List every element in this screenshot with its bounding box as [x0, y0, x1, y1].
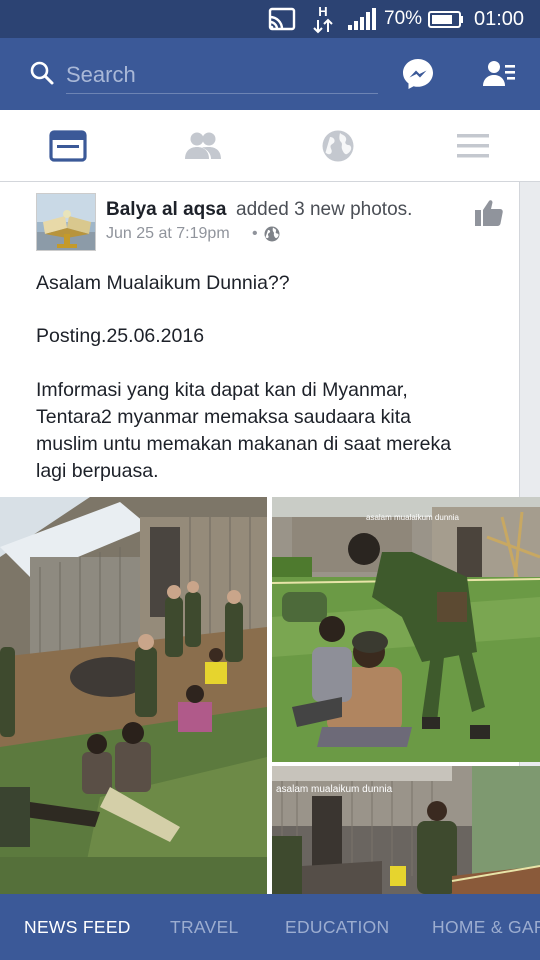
- messenger-icon[interactable]: [401, 57, 435, 91]
- topic-tab-news-feed[interactable]: NEWS FEED: [24, 894, 131, 960]
- clock: 01:00: [474, 7, 525, 30]
- post-timestamp[interactable]: Jun 25 at 7:19pm: [106, 225, 230, 243]
- friend-requests-icon[interactable]: [483, 60, 517, 88]
- post-photo-2[interactable]: asalam mualaikum dunnia: [272, 497, 540, 762]
- status-bar: H 70% 01:00: [0, 0, 540, 38]
- battery-icon: [428, 0, 464, 38]
- post-text-line: Posting.25.06.2016: [36, 325, 205, 347]
- photo-watermark: asalam mualaikum dunnia: [366, 513, 459, 522]
- search-input[interactable]: [66, 56, 378, 94]
- main-tab-bar: [0, 110, 540, 182]
- post-photo-1[interactable]: [0, 497, 267, 894]
- svg-text:H: H: [318, 4, 327, 19]
- cast-icon: [268, 0, 298, 38]
- post-author[interactable]: Balya al aqsa: [106, 199, 226, 221]
- like-icon[interactable]: [474, 198, 504, 228]
- tab-notifications[interactable]: [270, 110, 405, 182]
- search-header: [0, 38, 540, 110]
- signal-icon: [346, 0, 378, 38]
- post-photo-3[interactable]: asalam mualaikum dunnia: [272, 766, 540, 894]
- topic-tab-education[interactable]: EDUCATION: [285, 894, 389, 960]
- privacy-globe-icon: [264, 226, 280, 242]
- menu-icon: [456, 134, 489, 158]
- post-action-text: added 3 new photos.: [236, 199, 413, 220]
- friends-icon: [184, 132, 221, 159]
- post-text-line: lagi berpuasa.: [36, 460, 159, 482]
- feed-icon: [48, 130, 87, 162]
- post-text-line: Imformasi yang kita dapat kan di Myanmar…: [36, 379, 408, 401]
- tab-news-feed[interactable]: [0, 110, 135, 182]
- bottom-topic-nav: NEWS FEED TRAVEL EDUCATION HOME & GAR: [0, 894, 540, 960]
- avatar[interactable]: [36, 193, 96, 251]
- post-text-line: Tentara2 myanmar memaksa saudaara kita: [36, 406, 412, 428]
- search-icon[interactable]: [29, 60, 55, 86]
- topic-tab-home-garden[interactable]: HOME & GAR: [432, 894, 540, 960]
- post-text-line: Asalam Mualaikum Dunnia??: [36, 272, 290, 294]
- topic-tab-travel[interactable]: TRAVEL: [170, 894, 239, 960]
- network-type-indicator: H: [311, 0, 335, 38]
- globe-icon: [322, 130, 353, 162]
- photo-watermark: asalam mualaikum dunnia: [276, 784, 393, 795]
- post-text-line: muslim untu memakan makanan di saat mere…: [36, 433, 452, 455]
- battery-percent: 70%: [384, 8, 423, 29]
- meta-separator: •: [252, 225, 258, 242]
- tab-friends[interactable]: [135, 110, 270, 182]
- tab-menu[interactable]: [405, 110, 540, 182]
